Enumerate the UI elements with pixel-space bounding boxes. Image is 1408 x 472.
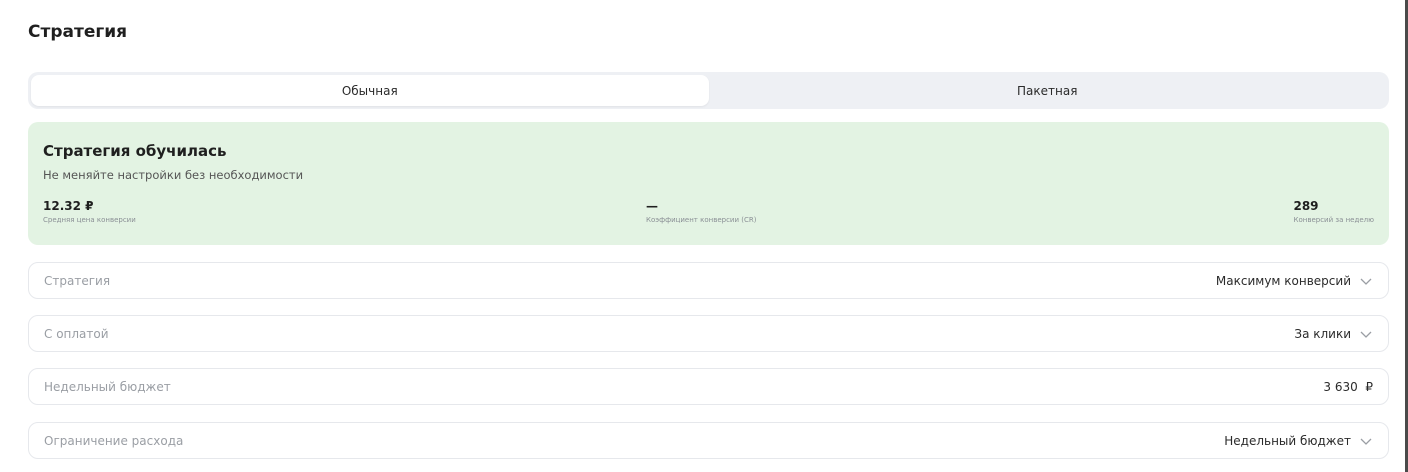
field-value: 3 630 ₽ [1323,379,1373,394]
section-title: Стратегия [28,22,128,42]
tab-regular[interactable]: Обычная [31,75,709,106]
metric-label: Конверсий за неделю [1293,216,1374,224]
chevron-down-icon [1359,434,1373,448]
field-label: Стратегия [44,273,111,288]
chevron-down-icon [1359,274,1373,288]
strategy-select[interactable]: Стратегия Максимум конверсий [28,262,1389,299]
metric-value: 12.32 ₽ [43,199,94,213]
metric-value: 289 [1293,199,1319,213]
status-subtitle: Не меняйте настройки без необходимости [43,168,304,182]
status-title: Стратегия обучилась [43,142,227,160]
weekly-budget-input[interactable]: Недельный бюджет 3 630 ₽ [28,368,1389,405]
field-value: Максимум конверсий [1215,273,1351,288]
payment-type-select[interactable]: С оплатой За клики [28,315,1389,352]
field-label: Ограничение расхода [44,433,184,448]
metric-value: — [646,199,658,213]
spend-limit-select[interactable]: Ограничение расхода Недельный бюджет [28,422,1389,459]
strategy-status-card: Стратегия обучилась Не меняйте настройки… [28,122,1389,245]
field-label: Недельный бюджет [44,379,171,394]
metric-label: Средняя цена конверсии [43,216,136,224]
chevron-down-icon [1359,327,1373,341]
field-value: Недельный бюджет [1224,433,1351,448]
field-value: За клики [1294,326,1351,341]
metric-label: Коэффициент конверсии (CR) [646,216,757,224]
tab-package[interactable]: Пакетная [709,75,1387,106]
strategy-mode-tabs: Обычная Пакетная [28,72,1389,109]
metric-avg-conversion-price: 12.32 ₽ Средняя цена конверсии [43,199,136,224]
metric-weekly-conversions: 289 Конверсий за неделю [1293,199,1374,224]
field-label: С оплатой [44,326,109,341]
metric-conversion-rate: — Коэффициент конверсии (CR) [646,199,756,224]
strategy-panel: Стратегия Обычная Пакетная Стратегия обу… [0,0,1408,472]
